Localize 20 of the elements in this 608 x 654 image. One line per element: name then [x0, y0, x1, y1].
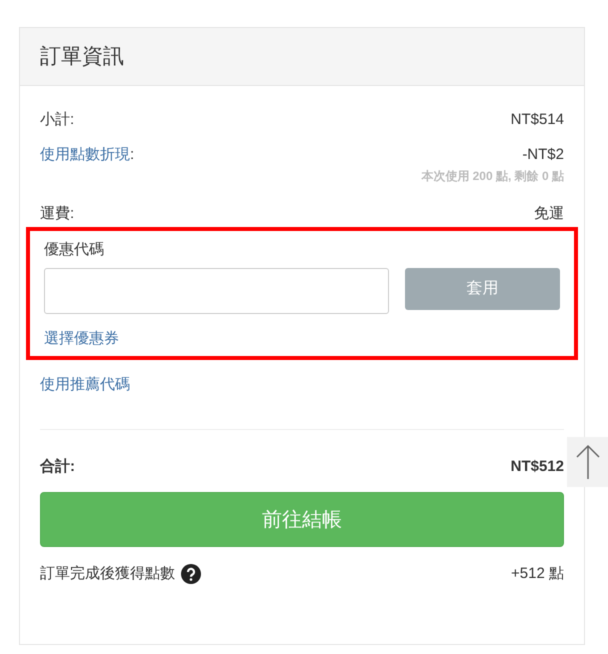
points-discount-value: -NT$2: [522, 145, 564, 165]
colon-text: :: [130, 145, 134, 165]
card-title: 訂單資訊: [40, 44, 124, 70]
coupon-input[interactable]: [44, 268, 390, 314]
help-icon[interactable]: [181, 564, 201, 584]
total-label: 合計:: [40, 456, 75, 476]
shipping-value: 免運: [534, 204, 564, 224]
subtotal-label: 小計:: [40, 110, 74, 130]
up-arrow-icon: [576, 444, 600, 480]
reward-label: 訂單完成後獲得點數: [40, 564, 175, 584]
points-usage-note: 本次使用 200 點, 剩餘 0 點: [421, 168, 564, 184]
scroll-top-button[interactable]: [567, 437, 608, 487]
choose-coupon-link[interactable]: 選擇優惠券: [44, 328, 119, 350]
points-discount-link[interactable]: 使用點數折現: [40, 144, 130, 184]
total-value: NT$512: [510, 456, 564, 476]
coupon-label: 優惠代碼: [44, 240, 105, 260]
referral-code-link[interactable]: 使用推薦代碼: [40, 374, 130, 396]
subtotal-value: NT$514: [510, 110, 564, 130]
shipping-label: 運費:: [40, 204, 74, 224]
reward-value: +512 點: [511, 564, 564, 584]
